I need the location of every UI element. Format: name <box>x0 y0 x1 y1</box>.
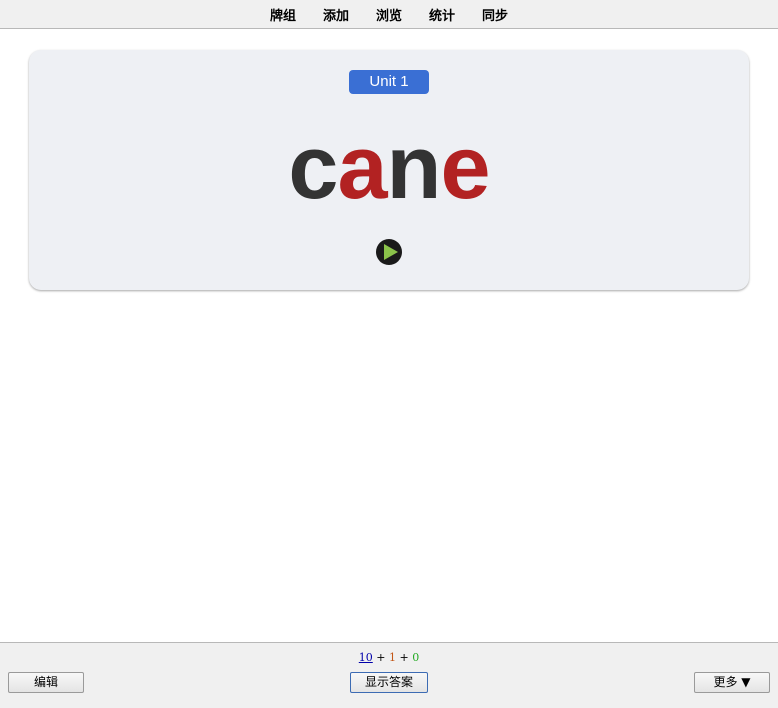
bottom-bar: 10 + 1 + 0 编辑 显示答案 更多 ▼ <box>0 642 778 708</box>
nav-sync[interactable]: 同步 <box>481 5 509 24</box>
nav-browse[interactable]: 浏览 <box>375 5 403 24</box>
card-word: cane <box>29 118 749 218</box>
nav-add[interactable]: 添加 <box>322 5 350 24</box>
unit-badge: Unit 1 <box>349 70 429 94</box>
count-separator: + <box>376 651 386 664</box>
due-counts: 10 + 1 + 0 <box>0 651 778 664</box>
nav-decks[interactable]: 牌组 <box>269 5 297 24</box>
count-separator: + <box>399 651 409 664</box>
word-letter: e <box>440 118 491 218</box>
flashcard: Unit 1 cane <box>29 50 749 290</box>
top-nav: 牌组 添加 浏览 统计 同步 <box>0 0 778 29</box>
nav-stats[interactable]: 统计 <box>428 5 456 24</box>
count-learn: 1 <box>389 651 396 664</box>
count-review: 0 <box>412 651 420 664</box>
more-button[interactable]: 更多 ▼ <box>694 672 770 693</box>
show-answer-button[interactable]: 显示答案 <box>350 672 428 693</box>
word-letter: n <box>386 118 442 218</box>
word-letter: a <box>337 118 387 218</box>
play-icon[interactable] <box>375 238 403 266</box>
word-letter: c <box>288 118 338 218</box>
count-new[interactable]: 10 <box>359 651 373 664</box>
edit-button[interactable]: 编辑 <box>8 672 84 693</box>
